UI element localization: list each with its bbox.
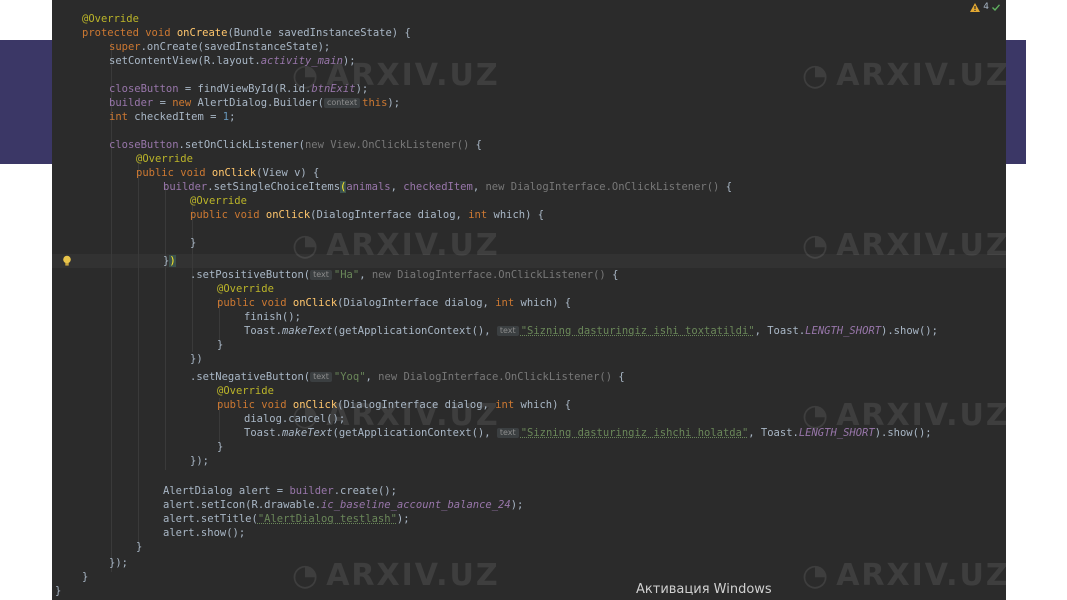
watermark-logo-icon: ◔ xyxy=(802,58,831,93)
code-line-26: .setNegativeButton(text "Yoq", new Dialog… xyxy=(190,371,625,383)
code-line-23: Toast.makeText(getApplicationContext(), … xyxy=(244,325,938,337)
indent-guide xyxy=(165,184,166,470)
code-line-10: closeButton.setOnClickListener(new View.… xyxy=(109,139,483,151)
code-line-24: } xyxy=(217,339,224,351)
lightbulb-icon[interactable] xyxy=(62,255,72,267)
code-line-41: } xyxy=(55,585,62,597)
code-line-34: AlertDialog alert = builder.create(); xyxy=(163,485,397,497)
code-line-31: } xyxy=(217,441,224,453)
current-line-highlight xyxy=(52,254,1006,268)
code-line-12: public void onClick(View v) { xyxy=(136,167,320,179)
watermark-logo-icon: ◔ xyxy=(292,558,321,593)
code-line-39: }); xyxy=(109,557,128,569)
code-line-15: public void onClick(DialogInterface dial… xyxy=(190,209,545,221)
code-editor[interactable]: ◔ ARXIV.UZ ◔ ARXIV.UZ ◔ ARXIV.UZ ◔ ARXIV.UZ … xyxy=(52,0,1006,600)
inspection-widget[interactable]: 4 xyxy=(970,2,1000,12)
code-line-20: @Override xyxy=(217,283,274,295)
parameter-hint: text xyxy=(310,270,332,280)
code-line-22: finish(); xyxy=(244,311,301,323)
watermark: ◔ ARXIV.UZ xyxy=(802,58,1006,93)
code-line-18: }) xyxy=(163,255,176,267)
parameter-hint: text xyxy=(310,372,332,382)
code-line-3: super.onCreate(savedInstanceState); xyxy=(109,41,331,53)
warning-count: 4 xyxy=(983,2,989,12)
code-line-2: protected void onCreate(Bundle savedInst… xyxy=(82,27,411,39)
code-line-7: builder = new AlertDialog.Builder(contex… xyxy=(109,97,401,109)
code-line-13: builder.setSingleChoiceItems(animals, ch… xyxy=(163,181,733,193)
code-line-4: setContentView(R.layout.activity_main); xyxy=(109,55,356,67)
code-line-27: @Override xyxy=(217,385,274,397)
windows-activation-notice: Активация Windows xyxy=(636,582,772,597)
parameter-hint: text xyxy=(496,326,519,336)
warning-icon xyxy=(970,2,981,12)
slide-background-band-left xyxy=(0,40,52,164)
code-line-11: @Override xyxy=(136,153,193,165)
code-line-1: @Override xyxy=(82,13,139,25)
watermark: ◔ ARXIV.UZ xyxy=(292,558,500,593)
indent-guide xyxy=(138,156,139,544)
parameter-hint: context xyxy=(323,98,361,108)
code-line-30: Toast.makeText(getApplicationContext(), … xyxy=(244,427,932,439)
check-icon xyxy=(992,3,1000,11)
code-line-6: closeButton = findViewById(R.id.btnExit)… xyxy=(109,83,369,95)
watermark: ◔ ARXIV.UZ xyxy=(802,558,1006,593)
slide-background-band-right xyxy=(1006,40,1026,164)
code-line-28: public void onClick(DialogInterface dial… xyxy=(217,399,572,411)
code-line-8: int checkedItem = 1; xyxy=(109,111,236,123)
code-line-32: }); xyxy=(190,455,209,467)
code-line-25: }) xyxy=(190,353,203,365)
code-line-36: alert.setTitle("AlertDialog testlash"); xyxy=(163,513,410,525)
code-line-19: .setPositiveButton(text "Ha", new DialogI… xyxy=(190,269,619,281)
code-line-14: @Override xyxy=(190,195,247,207)
code-line-35: alert.setIcon(R.drawable.ic_baseline_acc… xyxy=(163,499,524,511)
code-line-37: alert.show(); xyxy=(163,527,246,539)
parameter-hint: text xyxy=(496,428,519,438)
code-line-29: dialog.cancel(); xyxy=(244,413,346,425)
code-line-40: } xyxy=(82,571,89,583)
watermark-logo-icon: ◔ xyxy=(802,558,831,593)
code-line-21: public void onClick(DialogInterface dial… xyxy=(217,297,572,309)
code-line-38: } xyxy=(136,541,143,553)
code-line-17: } xyxy=(190,237,197,249)
